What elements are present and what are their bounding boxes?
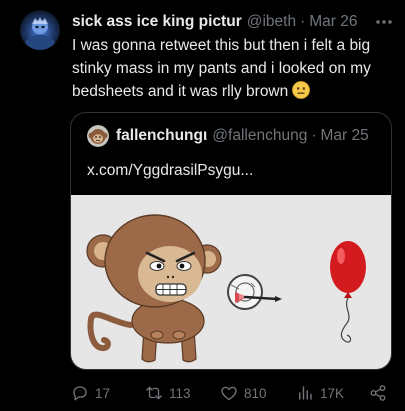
red-balloon-icon bbox=[330, 241, 366, 343]
tweet-text: I was gonna retweet this but then i felt… bbox=[72, 34, 394, 103]
header-separator: · bbox=[300, 13, 306, 30]
heart-icon bbox=[221, 386, 237, 401]
reply-icon bbox=[73, 386, 87, 401]
quoted-author-avatar bbox=[87, 125, 109, 147]
ice-king-avatar-icon bbox=[20, 10, 60, 50]
retweet-count: 113 bbox=[169, 385, 191, 401]
quoted-tweet-date: Mar 25 bbox=[320, 127, 369, 144]
views-icon bbox=[299, 386, 312, 400]
tweet-text-content: I was gonna retweet this but then i felt… bbox=[72, 37, 371, 100]
author-avatar[interactable] bbox=[20, 10, 60, 50]
retweet-icon bbox=[146, 386, 162, 400]
views-count: 17K bbox=[320, 385, 345, 401]
like-button[interactable]: 810 bbox=[220, 382, 267, 404]
views-button[interactable]: 17K bbox=[296, 382, 344, 404]
quoted-tweet-header: fallenchungι @fallenchung · Mar 25 bbox=[116, 125, 379, 147]
more-horizontal-icon bbox=[376, 20, 392, 24]
monkey-right-hand bbox=[172, 330, 186, 340]
tweet-header: sick ass ice king pictur @ibeth · Mar 26 bbox=[72, 11, 368, 33]
quoted-tweet-media[interactable] bbox=[71, 195, 391, 369]
share-icon bbox=[370, 385, 386, 401]
quoted-tweet-text: x.com/YggdrasilPsygu... bbox=[87, 162, 254, 179]
monkey-avatar-icon bbox=[87, 125, 109, 147]
more-options-button[interactable] bbox=[374, 15, 394, 29]
dartboard-icon bbox=[227, 274, 263, 310]
tweet-date[interactable]: Mar 26 bbox=[309, 13, 357, 31]
retweet-button[interactable]: 113 bbox=[145, 382, 191, 404]
author-handle[interactable]: @ibeth bbox=[247, 13, 296, 31]
neutral-face-emoji-icon bbox=[292, 81, 311, 99]
monkey-drawing bbox=[86, 214, 222, 363]
reply-button[interactable]: 17 bbox=[71, 382, 110, 404]
author-display-name[interactable]: sick ass ice king pictur bbox=[72, 13, 242, 31]
reply-count: 17 bbox=[95, 385, 111, 401]
quoted-author-display-name: fallenchungι bbox=[116, 127, 208, 144]
monkey-tail bbox=[87, 311, 134, 352]
tweet-actions: 17 113 810 17K bbox=[0, 382, 405, 404]
quoted-header-separator: · bbox=[311, 127, 317, 144]
quoted-author-handle: @fallenchung bbox=[212, 127, 308, 144]
share-button[interactable] bbox=[369, 382, 387, 404]
monkey-left-hand bbox=[150, 330, 164, 340]
like-count: 810 bbox=[244, 385, 267, 401]
quoted-tweet[interactable]: fallenchungι @fallenchung · Mar 25 x.com… bbox=[70, 112, 392, 370]
media-drawing bbox=[86, 214, 366, 363]
